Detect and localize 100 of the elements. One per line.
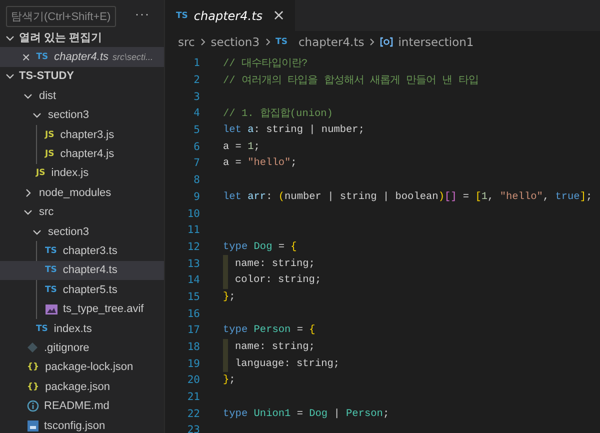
image-file-icon (45, 304, 58, 315)
section-title: 열려 있는 편집기 (19, 31, 102, 46)
line-number: 1 (192, 57, 200, 70)
line-number: 14 (186, 274, 200, 286)
file-name: chapter4.ts (62, 264, 118, 276)
breadcrumb-item[interactable]: TS chapter4.ts (276, 35, 364, 49)
line-number: 19 (186, 358, 200, 370)
file-name: chapter5.ts (62, 284, 118, 296)
file-name: index.js (51, 167, 89, 180)
code-line: color: string; (235, 274, 322, 286)
chevron-icon (264, 38, 272, 46)
line-number: 21 (186, 391, 200, 404)
code-line: let a: string | number; (223, 124, 364, 136)
line-number: 6 (192, 140, 200, 153)
line-number: 2 (192, 74, 200, 86)
line-number: 20 (186, 374, 200, 386)
line-number: 11 (186, 224, 200, 236)
file-item[interactable]: {} package-lock.json (0, 358, 164, 378)
file-type-icon: TS (36, 52, 48, 62)
chevron-icon (198, 38, 207, 46)
chevron-icon[interactable] (5, 71, 15, 82)
chevron-icon[interactable] (23, 207, 33, 218)
breadcrumb-label: intersection1 (398, 35, 474, 49)
file-item[interactable]: JS index.js (0, 164, 164, 184)
file-item[interactable]: TS index.ts (0, 318, 164, 338)
line-number: 16 (186, 308, 200, 320)
folder-item[interactable]: section3 (0, 222, 164, 242)
file-name: ts_type_tree.avif (63, 303, 144, 316)
open-editor-item[interactable]: × TS chapter4.ts src\secti... (0, 47, 164, 67)
file-item[interactable]: .gitignore (0, 338, 164, 358)
symbol-icon (380, 37, 394, 47)
file-name: package.json (45, 380, 110, 393)
code-line: a = "hello"; (223, 157, 297, 170)
file-type-icon: JS (45, 149, 54, 160)
line-number: 12 (186, 240, 200, 253)
config-file-icon (27, 420, 39, 432)
tab-label: chapter4.ts (194, 8, 263, 22)
code-line: }; (223, 374, 236, 386)
file-item[interactable]: JS chapter3.js (0, 124, 164, 144)
file-item[interactable]: JS chapter4.js (0, 144, 164, 164)
file-name: chapter3.js (60, 128, 114, 141)
breadcrumb-item[interactable]: intersection1 (380, 35, 474, 49)
close-button[interactable]: × (22, 50, 30, 64)
file-type-icon: TS (36, 324, 48, 334)
file-name: chapter4.js (60, 148, 114, 160)
file-item[interactable]: TS chapter5.ts (0, 280, 164, 300)
line-number: 22 (186, 408, 200, 420)
breadcrumb-label: chapter4.ts (298, 35, 364, 49)
section-header[interactable]: TS-STUDY (0, 66, 164, 86)
code-line: name: string; (235, 258, 315, 270)
folder-name: section3 (48, 109, 89, 122)
line-number: 8 (192, 174, 200, 186)
code-line: name: string; (235, 341, 315, 354)
folder-item[interactable]: node_modules (0, 183, 164, 203)
code-line: // 대수타입이란? (223, 57, 308, 70)
section-header[interactable]: 열려 있는 편집기 (0, 28, 164, 48)
code-line: }; (223, 290, 236, 303)
file-item[interactable]: ts_type_tree.avif (0, 299, 164, 319)
file-name: package-lock.json (45, 361, 134, 374)
file-type-icon: JS (45, 130, 54, 140)
chevron-icon[interactable] (32, 110, 42, 120)
line-number: 7 (192, 157, 200, 170)
code-line: // 1. 합집합(union) (223, 107, 333, 120)
file-name: index.ts (54, 322, 92, 335)
file-name: tsconfig.json (44, 420, 106, 432)
code-line: type Union1 = Dog | Person; (223, 408, 390, 420)
file-type-icon: TS (45, 284, 57, 295)
line-number: 5 (192, 124, 200, 136)
file-item[interactable]: TS chapter4.ts (0, 260, 164, 280)
line-number: 4 (192, 107, 200, 120)
close-button[interactable]: × (272, 8, 286, 23)
more-actions-button[interactable]: ··· (133, 7, 152, 21)
file-type-icon: {} (27, 362, 40, 372)
line-number: 17 (186, 324, 200, 336)
file-type-icon: TS (45, 265, 57, 276)
breadcrumb-item[interactable]: src (178, 35, 195, 49)
tooltip: 탐색기(Ctrl+Shift+E) (6, 6, 116, 27)
line-number: 9 (192, 190, 200, 203)
editor-tab[interactable]: TS chapter4.ts × (165, 0, 296, 31)
code-line: // 여러개의 타입을 합성해서 새롭게 만들어 낸 타입 (223, 74, 478, 88)
code-line: a = 1; (223, 140, 260, 153)
file-item[interactable]: {} package.json (0, 377, 164, 396)
code-line: type Dog = { (223, 240, 297, 253)
code-line: let arr: (number | string | boolean)[] = [1, "hello", true]; (223, 190, 592, 203)
folder-item[interactable]: src (0, 202, 164, 222)
line-number: 10 (186, 208, 200, 220)
file-name: chapter3.ts (62, 244, 118, 257)
file-type-icon: JS (36, 168, 46, 178)
line-number: 18 (186, 341, 200, 354)
file-type-icon: TS (176, 10, 188, 20)
line-number: 3 (192, 90, 200, 103)
folder-name: src (39, 206, 54, 218)
folder-item[interactable]: dist (0, 86, 164, 106)
breadcrumb-item[interactable]: section3 (210, 35, 260, 49)
chevron-icon[interactable] (23, 188, 33, 198)
file-item[interactable]: TS chapter3.ts (0, 241, 164, 261)
folder-item[interactable]: section3 (0, 106, 164, 125)
file-item[interactable]: tsconfig.json (0, 416, 164, 433)
file-item[interactable]: README.md (0, 396, 164, 416)
file-type-icon: TS (276, 37, 288, 47)
